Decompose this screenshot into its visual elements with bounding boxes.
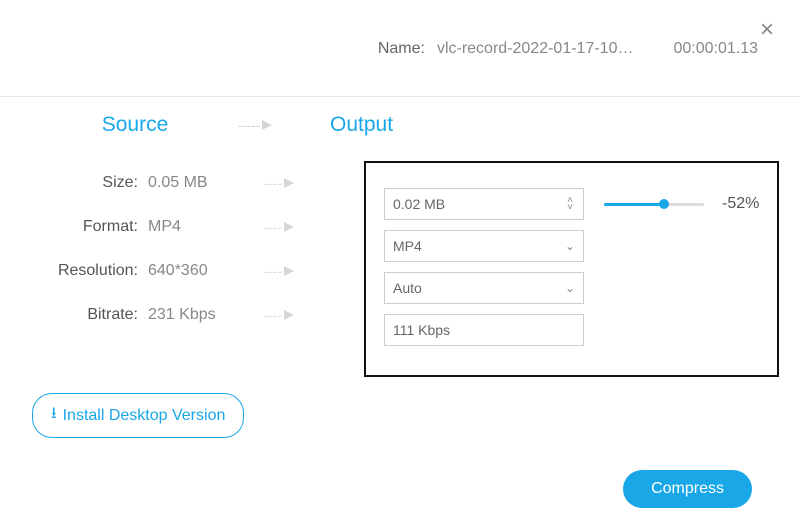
close-icon[interactable]: × [760, 18, 774, 42]
resolution-row: Resolution: 640*360 - - - - [44, 249, 364, 293]
arrow-icon: - - - - [264, 175, 294, 191]
compression-percent: -52% [722, 195, 759, 213]
format-label: Format: [44, 218, 144, 236]
stepper-icon[interactable]: ˄˅ [565, 197, 575, 211]
resolution-label: Resolution: [44, 262, 144, 280]
size-label: Size: [44, 174, 144, 192]
output-resolution-select[interactable]: Auto ⌄ [384, 272, 584, 304]
tab-output[interactable]: Output [330, 113, 393, 137]
file-name: vlc-record-2022-01-17-10… [437, 40, 634, 58]
arrow-icon: - - - - [264, 307, 294, 323]
format-row: Format: MP4 - - - - [44, 205, 364, 249]
install-desktop-button[interactable]: ⭳ Install Desktop Version [32, 393, 244, 438]
slider-thumb[interactable] [659, 199, 669, 209]
output-size-value: 0.02 MB [393, 196, 445, 212]
download-icon: ⭳ [51, 402, 57, 429]
header: Name: vlc-record-2022-01-17-10… 00:00:01… [0, 2, 800, 97]
output-bitrate-value: 111 Kbps [393, 322, 450, 338]
bitrate-label: Bitrate: [44, 306, 144, 324]
size-value: 0.05 MB [144, 174, 244, 192]
tabs: Source - - - - - Output [0, 97, 800, 153]
duration: 00:00:01.13 [673, 40, 758, 58]
arrow-icon: - - - - - [238, 117, 273, 133]
format-value: MP4 [144, 218, 244, 236]
size-row: Size: 0.05 MB - - - - [44, 161, 364, 205]
source-column: Size: 0.05 MB - - - - Format: MP4 - - - … [34, 161, 364, 377]
output-resolution-value: Auto [393, 280, 422, 296]
install-label: Install Desktop Version [63, 407, 226, 425]
bitrate-value: 231 Kbps [144, 306, 244, 324]
size-slider[interactable] [604, 203, 704, 206]
name-label: Name: [378, 40, 425, 58]
resolution-value: 640*360 [144, 262, 244, 280]
arrow-icon: - - - - [264, 263, 294, 279]
output-size-stepper[interactable]: 0.02 MB ˄˅ [384, 188, 584, 220]
output-bitrate-field[interactable]: 111 Kbps [384, 314, 584, 346]
output-format-value: MP4 [393, 238, 422, 254]
arrow-icon: - - - - [264, 219, 294, 235]
chevron-down-icon: ⌄ [565, 281, 575, 295]
tab-source[interactable]: Source [80, 113, 190, 137]
compress-button[interactable]: Compress [623, 470, 752, 508]
output-format-select[interactable]: MP4 ⌄ [384, 230, 584, 262]
output-panel: 0.02 MB ˄˅ -52% MP4 ⌄ Auto ⌄ [364, 161, 779, 377]
chevron-down-icon: ⌄ [565, 239, 575, 253]
bitrate-row: Bitrate: 231 Kbps - - - - [44, 293, 364, 337]
